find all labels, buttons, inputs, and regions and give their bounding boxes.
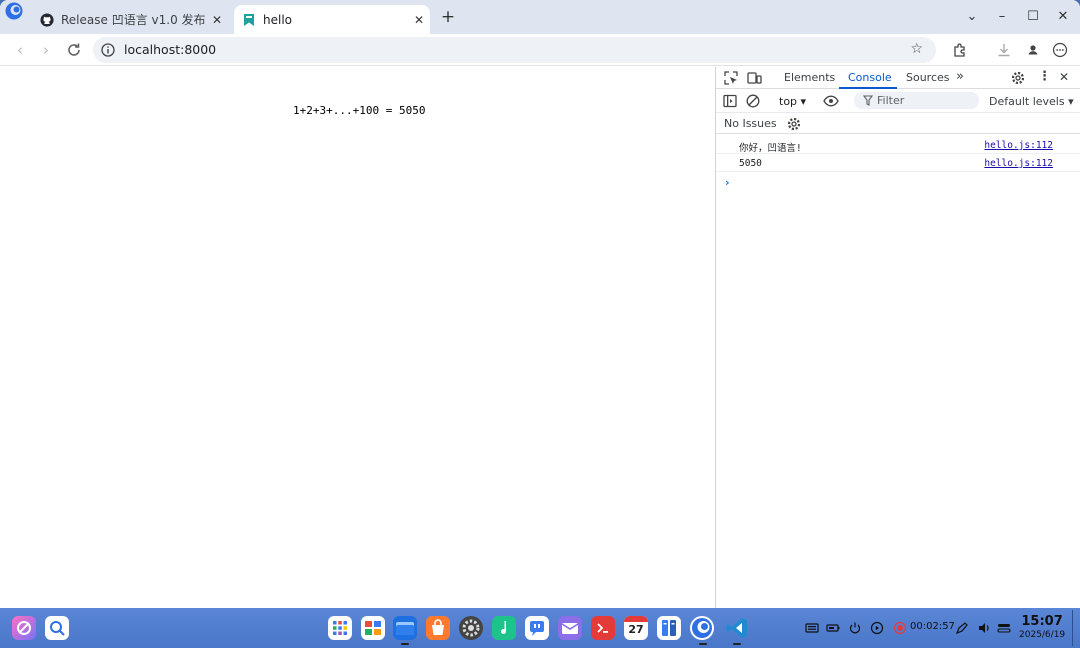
new-tab-button[interactable]: + (437, 6, 459, 28)
console-toolbar: top ▾ Filter Default levels ▾ (716, 90, 1080, 113)
file-manager-icon[interactable] (393, 616, 417, 640)
app-grid-icon[interactable] (328, 616, 352, 640)
tab-hello[interactable]: hello ✕ (234, 5, 430, 34)
context-label: top (779, 95, 798, 108)
calendar-icon[interactable]: 27 (624, 616, 648, 640)
sidebar-toggle-icon[interactable] (722, 93, 738, 109)
chat-app-icon[interactable] (525, 616, 549, 640)
close-devtools-icon[interactable]: ✕ (1059, 70, 1069, 84)
recording-timer: 00:02:57 (910, 621, 955, 632)
app-store-icon[interactable] (426, 616, 450, 640)
tab-title: Release 凹语言 v1.0 发布 (61, 13, 206, 27)
settings-gear-icon[interactable] (459, 616, 483, 640)
download-icon[interactable] (995, 41, 1013, 59)
screen-record-icon[interactable] (893, 621, 907, 635)
document-viewer-icon[interactable] (657, 616, 681, 640)
filter-funnel-icon (863, 95, 873, 106)
minimize-button[interactable]: – (990, 6, 1014, 28)
calendar-day: 27 (628, 623, 644, 636)
profile-icon[interactable] (1024, 41, 1042, 59)
tab-release[interactable]: Release 凹语言 v1.0 发布 ✕ (30, 5, 228, 34)
browser-app-icon[interactable] (690, 616, 714, 640)
inspect-element-icon[interactable] (723, 70, 739, 86)
media-play-icon[interactable] (870, 621, 884, 635)
console-prompt[interactable]: › (725, 176, 730, 189)
site-info-icon[interactable] (101, 43, 115, 57)
tab-search-chevron-icon[interactable]: ⌄ (960, 6, 984, 28)
power-icon[interactable] (848, 621, 862, 635)
console-log-row: 你好，凹语言! hello.js:112 (716, 136, 1080, 154)
control-center-icon[interactable] (997, 621, 1011, 635)
browser-toolbar: ‹ › localhost:8000 ☆ (0, 34, 1080, 66)
back-icon[interactable]: ‹ (9, 39, 31, 61)
clock-date: 2025/6/19 (1019, 630, 1066, 640)
running-indicator (733, 643, 741, 645)
volume-icon[interactable] (977, 621, 991, 635)
bookmark-star-icon[interactable]: ☆ (910, 41, 923, 57)
url-text: localhost:8000 (124, 42, 217, 57)
active-tab-indicator (839, 87, 897, 89)
tab-title: hello (263, 12, 292, 27)
log-levels-label: Default levels (989, 95, 1065, 108)
bookmark-favicon (244, 13, 254, 26)
clock-time: 15:07 (1021, 614, 1063, 629)
devtools-settings-icon[interactable] (1010, 70, 1026, 86)
more-tabs-icon[interactable]: » (956, 69, 964, 84)
taskbar: 27 00:02:57 15:07 2025/6/19 (0, 608, 1080, 648)
forward-icon[interactable]: › (35, 39, 57, 61)
mail-icon[interactable] (558, 616, 582, 640)
log-source-link[interactable]: hello.js:112 (984, 158, 1053, 169)
reload-icon[interactable] (65, 41, 83, 59)
devtools-tab-sources[interactable]: Sources (906, 71, 950, 84)
devtools-more-icon[interactable]: ⋮ (1038, 69, 1051, 84)
devtools-tab-elements[interactable]: Elements (784, 71, 835, 84)
search-icon[interactable] (45, 616, 69, 640)
sum-output-text: 1+2+3+...+100 = 5050 (293, 104, 426, 117)
multitask-view-icon[interactable] (361, 616, 385, 640)
log-levels-dropdown[interactable]: Default levels ▾ (989, 95, 1074, 108)
clock[interactable]: 15:07 2025/6/19 (1019, 614, 1065, 641)
live-expression-eye-icon[interactable] (823, 93, 839, 109)
extensions-icon[interactable] (951, 41, 969, 59)
github-icon (40, 12, 54, 27)
tab-strip: Release 凹语言 v1.0 发布 ✕ hello ✕ + ⌄ – ☐ ✕ (0, 0, 1080, 34)
devtools-tab-console[interactable]: Console (848, 71, 892, 84)
issues-count[interactable]: No Issues (724, 117, 777, 130)
close-tab-icon[interactable]: ✕ (206, 13, 228, 27)
address-bar[interactable]: localhost:8000 ☆ (93, 37, 936, 63)
log-message: 你好，凹语言! (739, 143, 802, 154)
console-settings-icon[interactable] (786, 116, 802, 132)
browser-logo-icon[interactable] (4, 1, 24, 21)
device-toolbar-icon[interactable] (746, 70, 762, 86)
browser-window: Release 凹语言 v1.0 发布 ✕ hello ✕ + ⌄ – ☐ ✕ … (0, 0, 1080, 608)
launcher-icon[interactable] (12, 616, 36, 640)
console-filter-input[interactable]: Filter (854, 92, 979, 109)
console-log-row: 5050 hello.js:112 (716, 154, 1080, 172)
filter-placeholder: Filter (877, 94, 905, 107)
close-tab-icon[interactable]: ✕ (408, 13, 430, 27)
running-indicator (401, 643, 409, 645)
menu-icon[interactable] (1051, 41, 1069, 59)
running-indicator (699, 643, 707, 645)
log-source-link[interactable]: hello.js:112 (984, 140, 1053, 151)
battery-icon[interactable] (826, 621, 840, 635)
pen-icon[interactable] (955, 621, 969, 635)
devtools-tab-strip: Elements Console Sources » ⋮ ✕ (716, 67, 1080, 89)
terminal-icon[interactable] (591, 616, 615, 640)
log-message: 5050 (739, 158, 762, 169)
maximize-button[interactable]: ☐ (1021, 6, 1045, 28)
issues-bar: No Issues (716, 114, 1080, 134)
vscode-icon[interactable] (725, 616, 749, 640)
music-player-icon[interactable] (492, 616, 516, 640)
show-desktop-divider[interactable] (1072, 610, 1073, 646)
clear-console-icon[interactable] (745, 93, 761, 109)
page-viewport: 1+2+3+...+100 = 5050 (0, 67, 715, 608)
context-selector[interactable]: top ▾ (779, 95, 806, 108)
close-window-button[interactable]: ✕ (1051, 6, 1075, 28)
keyboard-layout-icon[interactable] (805, 621, 819, 635)
devtools-panel: Elements Console Sources » ⋮ ✕ top ▾ Fil… (715, 67, 1080, 608)
